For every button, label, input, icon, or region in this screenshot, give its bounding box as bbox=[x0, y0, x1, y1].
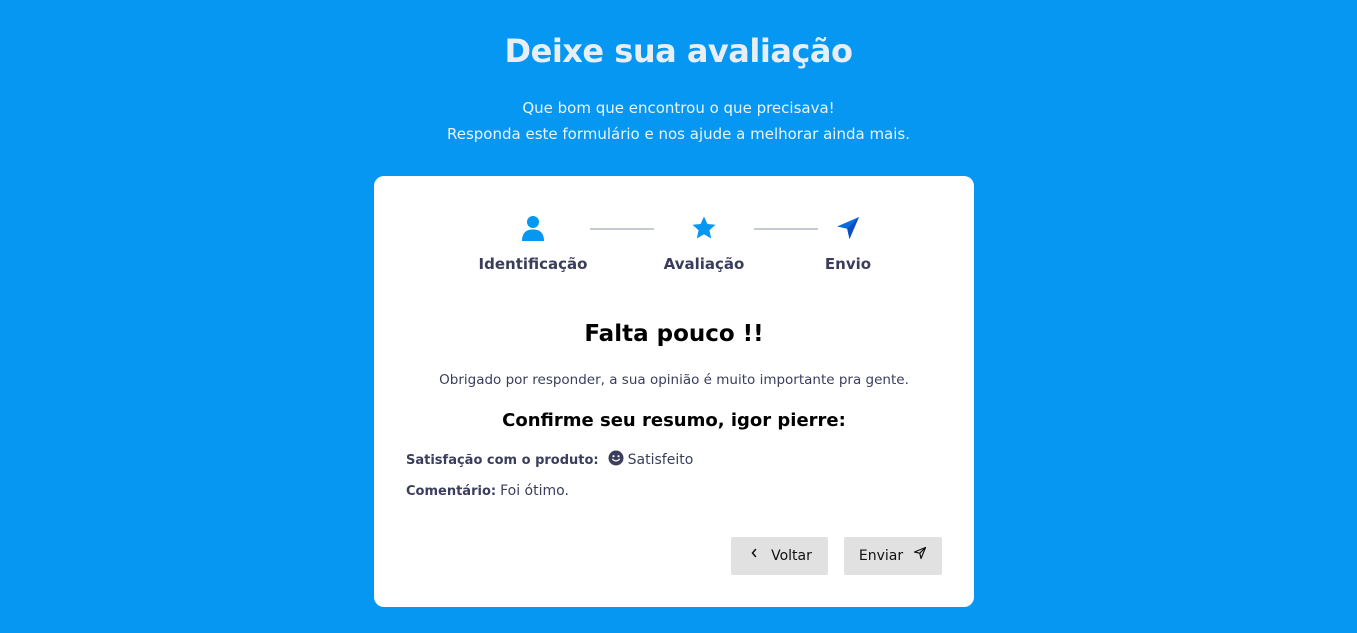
step-connector bbox=[754, 228, 818, 230]
chevron-left-icon bbox=[751, 548, 757, 558]
send-icon bbox=[914, 546, 927, 560]
step-envio: Envio bbox=[818, 214, 878, 273]
smile-icon bbox=[608, 450, 624, 466]
form-card: Identificação Avaliação Envio Falta pouc… bbox=[374, 176, 974, 607]
content-title: Falta pouco !! bbox=[584, 321, 764, 347]
back-button-label: Voltar bbox=[771, 548, 812, 564]
page-title: Deixe sua avaliação bbox=[504, 32, 853, 70]
send-icon bbox=[837, 217, 859, 239]
send-button-label: Enviar bbox=[858, 548, 904, 564]
page-subtitle: Que bom que encontrou o que precisava! R… bbox=[0, 95, 1357, 147]
step-identificacao: Identificação bbox=[478, 214, 588, 273]
subtitle-line-1: Que bom que encontrou o que precisava! bbox=[522, 99, 835, 117]
user-icon bbox=[522, 216, 544, 241]
step-avaliacao: Avaliação bbox=[654, 214, 754, 273]
stepper: Identificação Avaliação Envio bbox=[374, 214, 974, 284]
satisfaction-value: Satisfeito bbox=[627, 452, 694, 468]
back-button[interactable]: Voltar bbox=[731, 537, 828, 575]
step-label: Envio bbox=[824, 255, 872, 273]
satisfaction-label: Satisfação com o produto: bbox=[406, 452, 599, 468]
send-button[interactable]: Enviar bbox=[844, 537, 942, 575]
page: Deixe sua avaliação Que bom que encontro… bbox=[0, 0, 1357, 633]
step-label: Avaliação bbox=[663, 255, 745, 273]
step-label: Identificação bbox=[478, 255, 588, 273]
step-connector bbox=[590, 228, 654, 230]
content-message: Obrigado por responder, a sua opinião é … bbox=[439, 372, 909, 388]
confirm-heading: Confirme seu resumo, igor pierre: bbox=[502, 410, 846, 431]
summary-satisfaction: Satisfação com o produto: Satisfeito bbox=[406, 450, 694, 468]
summary-comment: Comentário: Foi ótimo. bbox=[406, 483, 569, 499]
subtitle-line-2: Responda este formulário e nos ajude a m… bbox=[446, 125, 910, 143]
comment-value: Foi ótimo. bbox=[500, 483, 569, 499]
comment-label: Comentário: bbox=[406, 483, 497, 499]
star-icon bbox=[692, 216, 716, 239]
